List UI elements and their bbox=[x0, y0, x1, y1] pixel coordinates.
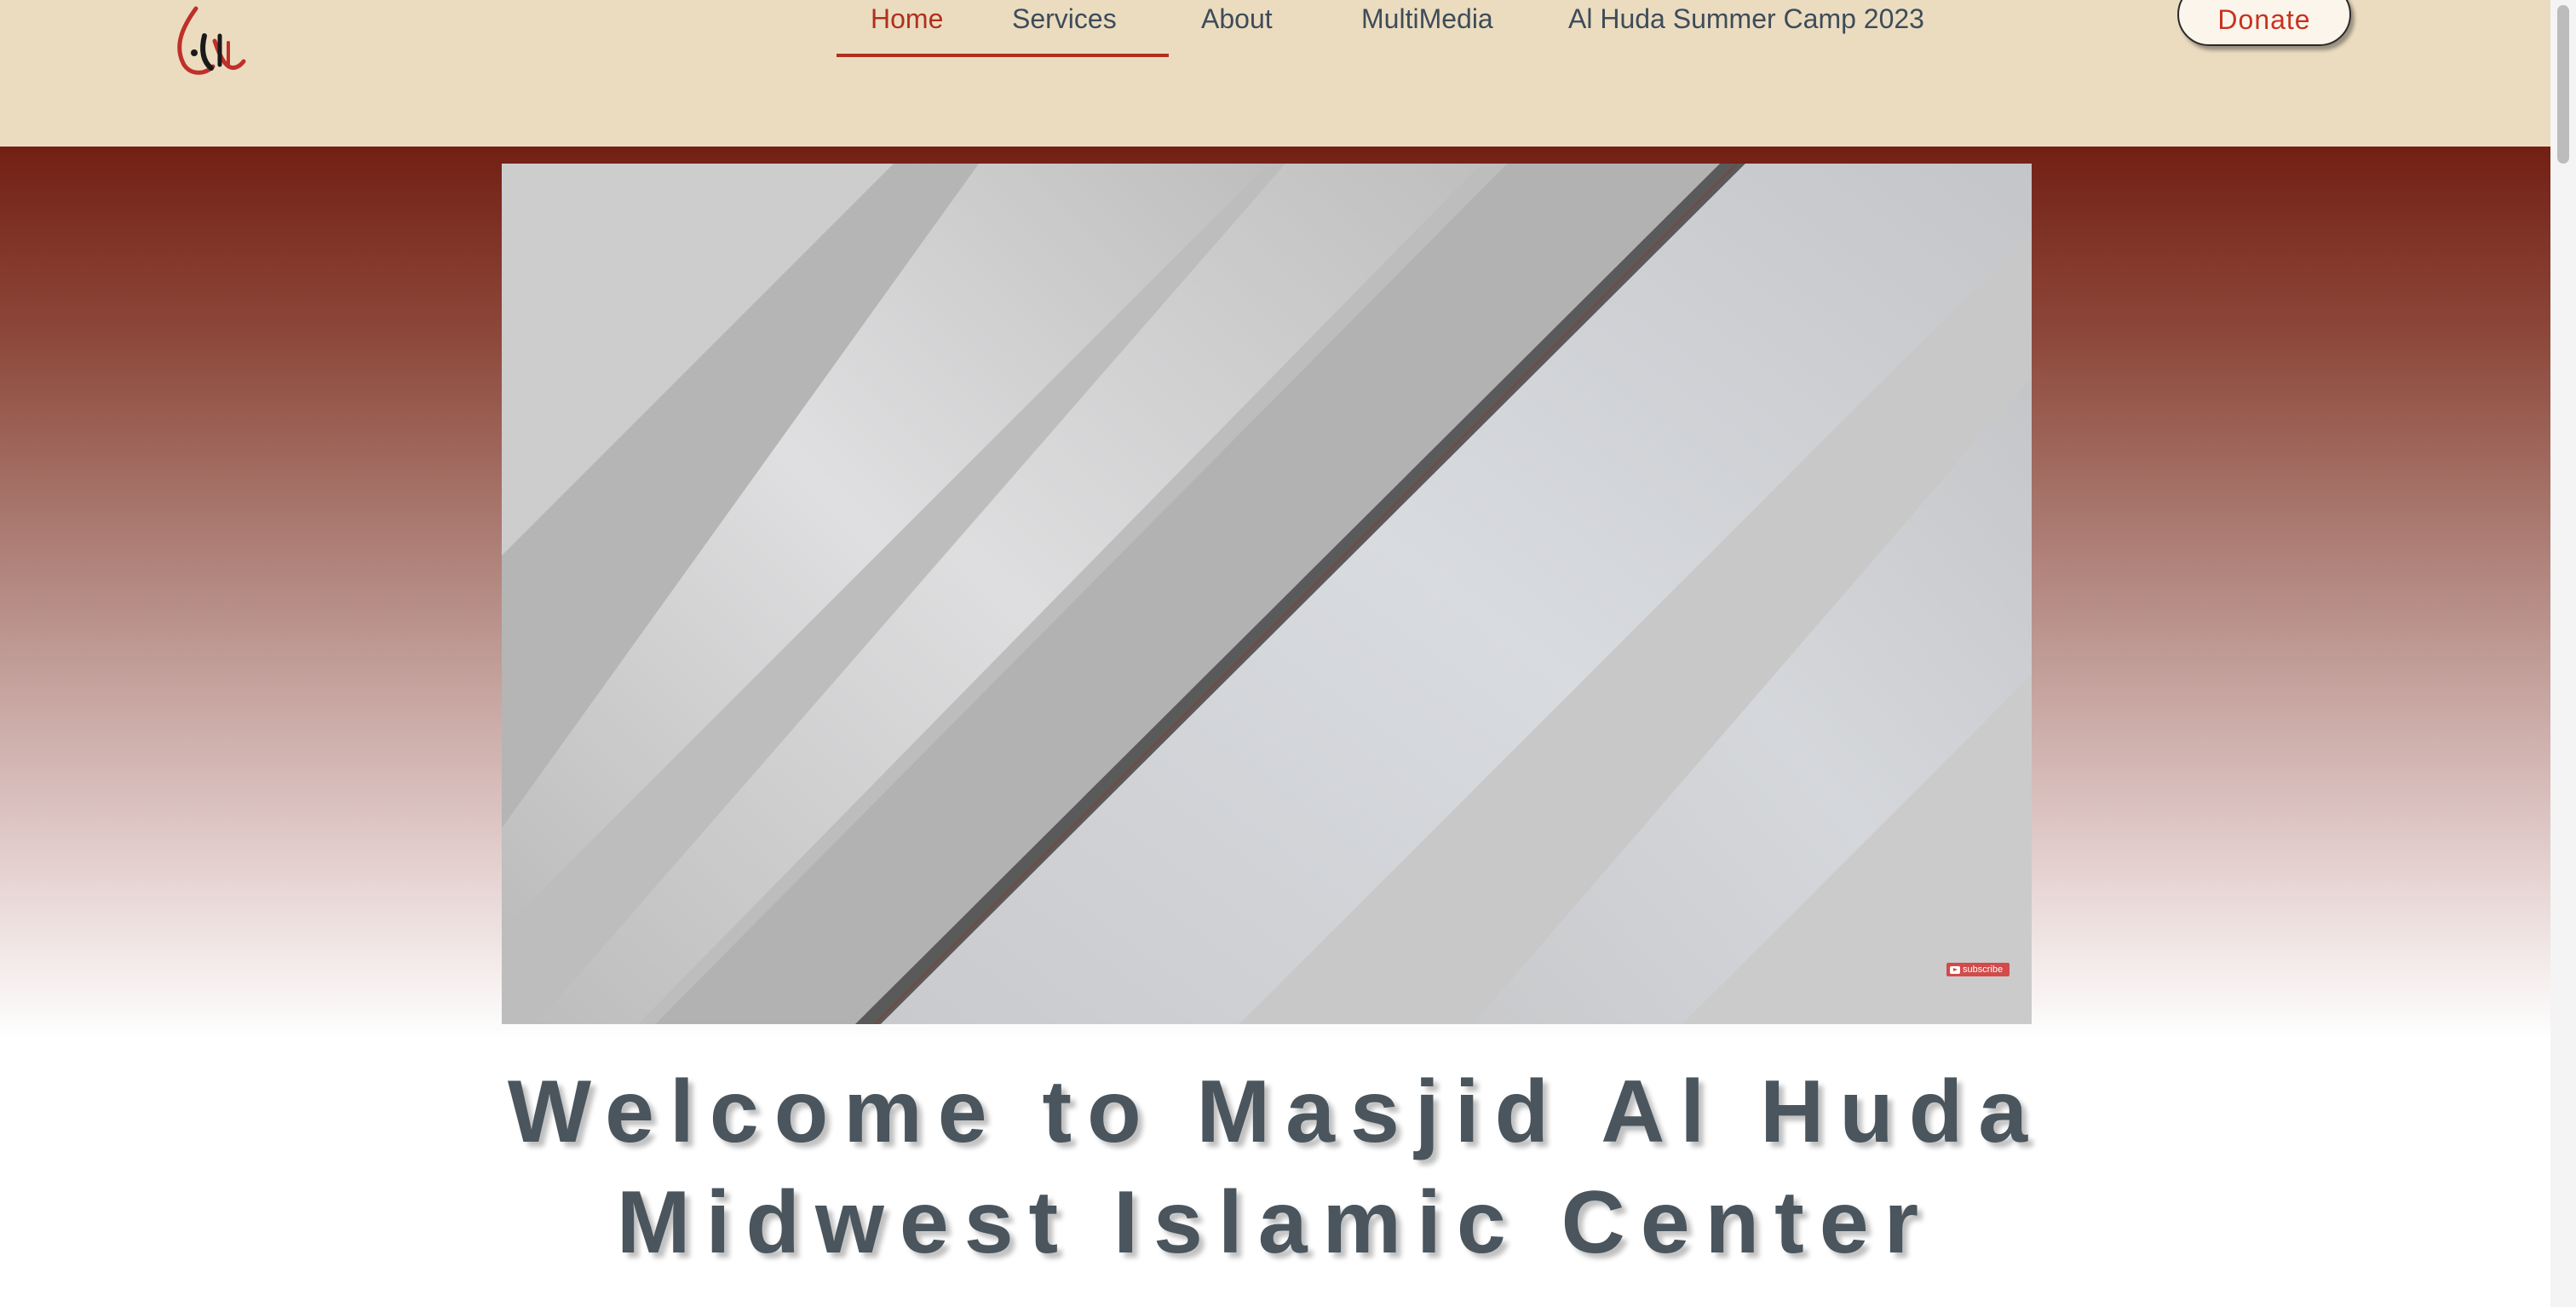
nav-summer-camp[interactable]: Al Huda Summer Camp 2023 bbox=[1568, 0, 1924, 37]
masjid-logo[interactable] bbox=[170, 2, 249, 80]
welcome-heading: Welcome to Masjid Al Huda Midwest Islami… bbox=[0, 1057, 2550, 1278]
welcome-line-1: Welcome to Masjid Al Huda bbox=[507, 1062, 2044, 1161]
subscribe-label: subscribe bbox=[1963, 964, 2004, 975]
nav-home[interactable]: Home bbox=[871, 0, 943, 37]
nav-multimedia[interactable]: MultiMedia bbox=[1361, 0, 1493, 37]
page-scrollbar[interactable] bbox=[2550, 0, 2576, 1307]
video-player[interactable]: subscribe bbox=[502, 164, 2032, 1024]
scrollbar-thumb[interactable] bbox=[2557, 5, 2569, 164]
nav-services[interactable]: Services bbox=[1012, 0, 1117, 37]
page: Home Services About MultiMedia Al Huda S… bbox=[0, 0, 2576, 1307]
subscribe-button[interactable]: subscribe bbox=[1946, 963, 2010, 976]
donate-button[interactable]: Donate bbox=[2177, 0, 2351, 46]
welcome-line-2: Midwest Islamic Center bbox=[616, 1173, 1935, 1272]
nav-active-underline bbox=[837, 54, 1169, 57]
site-header: Home Services About MultiMedia Al Huda S… bbox=[0, 0, 2550, 147]
youtube-icon bbox=[1950, 965, 1960, 974]
nav-about[interactable]: About bbox=[1201, 0, 1273, 37]
video-frame-image bbox=[502, 164, 2032, 1024]
